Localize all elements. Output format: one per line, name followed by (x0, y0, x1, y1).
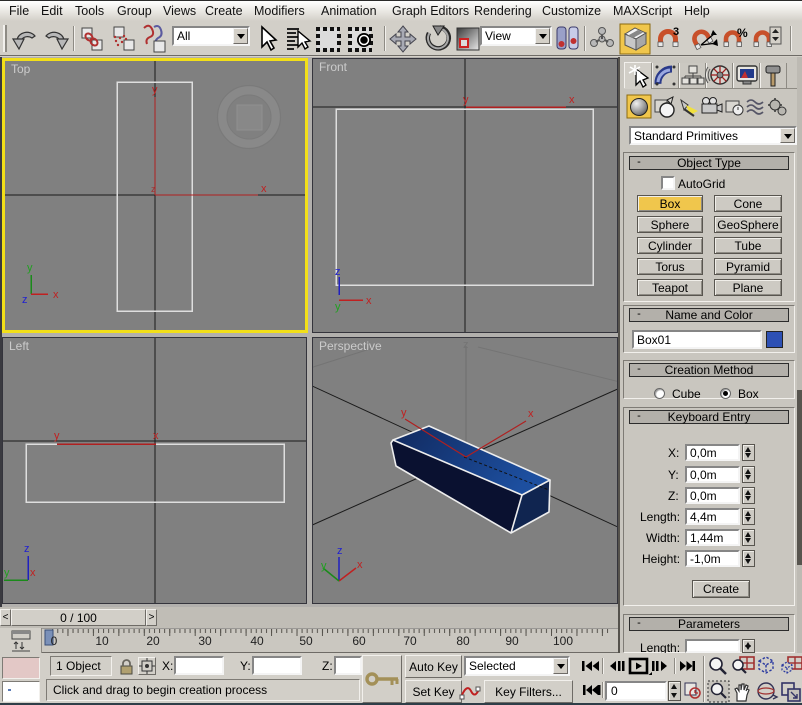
svg-text:y: y (321, 560, 327, 572)
svg-text:90: 90 (505, 634, 519, 648)
svg-text:x: x (569, 94, 575, 106)
svg-text:30: 30 (198, 634, 212, 648)
svg-text:y: y (335, 301, 341, 313)
svg-text:y: y (401, 407, 407, 419)
svg-text:0: 0 (51, 634, 58, 648)
svg-text:x: x (153, 430, 159, 442)
svg-text:x: x (528, 408, 534, 420)
svg-text:x: x (357, 559, 363, 571)
svg-text:x: x (30, 567, 36, 579)
svg-text:70: 70 (403, 634, 417, 648)
svg-text:z: z (463, 339, 469, 351)
svg-text:x: x (261, 183, 267, 195)
svg-text:60: 60 (352, 634, 366, 648)
svg-text:10: 10 (95, 634, 109, 648)
svg-text:40: 40 (250, 634, 264, 648)
svg-text:y: y (152, 84, 158, 96)
svg-text:50: 50 (299, 634, 313, 648)
svg-text:3: 3 (673, 26, 679, 38)
svg-text:z: z (337, 545, 343, 557)
svg-text:y: y (4, 567, 10, 579)
svg-text:z: z (151, 184, 156, 194)
svg-text:z: z (22, 294, 28, 306)
svg-text:100: 100 (553, 634, 573, 648)
svg-text:y: y (54, 430, 60, 442)
svg-text:80: 80 (456, 634, 470, 648)
svg-text:20: 20 (146, 634, 160, 648)
svg-text:x: x (366, 295, 372, 307)
svg-text:y: y (27, 262, 33, 274)
svg-text:x: x (53, 289, 59, 301)
svg-text:z: z (335, 266, 341, 278)
svg-text:y: y (463, 94, 469, 106)
svg-text:%: % (737, 26, 748, 40)
svg-text:z: z (24, 543, 30, 555)
